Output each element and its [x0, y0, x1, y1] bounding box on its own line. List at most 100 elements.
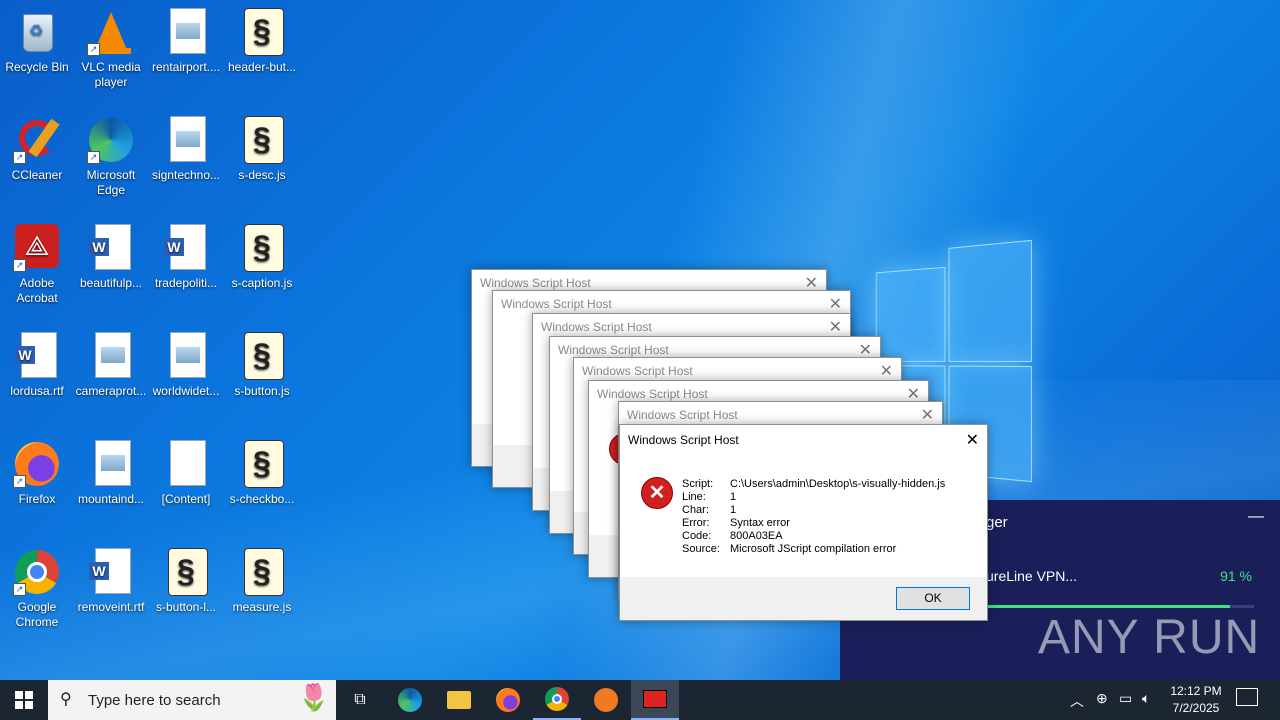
blank-file-icon — [162, 440, 210, 488]
script-path: C:\Users\admin\Desktop\s-visually-hidden… — [730, 478, 946, 490]
firefox-icon — [496, 688, 520, 712]
desktop-icon-microsoft-edge[interactable]: ↗ Microsoft Edge — [74, 110, 148, 198]
ccleaner-icon: ↗ — [13, 116, 61, 164]
desktop-icon-rentairport[interactable]: rentairport.... — [149, 2, 223, 75]
task-view-icon: ⧉ — [354, 691, 366, 708]
taskbar-app-orange[interactable] — [582, 680, 630, 720]
network-icon[interactable]: ▭ — [1119, 690, 1132, 707]
desktop-icon-google-chrome[interactable]: ↗ Google Chrome — [0, 542, 74, 630]
line-value: 1 — [730, 491, 737, 503]
task-view-button[interactable]: ⧉ — [336, 680, 384, 720]
meet-now-icon[interactable]: ⊕ — [1096, 690, 1108, 707]
taskbar-firefox[interactable] — [484, 680, 532, 720]
desktop-icon-s-button-l[interactable]: § s-button-l... — [149, 542, 223, 615]
close-icon[interactable]: ✕ — [829, 294, 842, 314]
chrome-icon: ↗ — [13, 548, 61, 596]
close-icon[interactable]: ✕ — [921, 405, 934, 425]
error-icon: ✕ — [641, 477, 673, 509]
error-value: Syntax error — [730, 517, 790, 529]
dialog-title: Windows Script Host — [627, 408, 738, 422]
dialog-title: Windows Script Host — [541, 320, 652, 334]
taskbar-chrome[interactable] — [533, 680, 581, 720]
vlc-cone-icon: ↗ — [87, 8, 135, 56]
volume-icon[interactable]: 🔈︎ — [1142, 690, 1150, 707]
desktop-icon-adobe-acrobat[interactable]: ⟁ ↗ Adobe Acrobat — [0, 218, 74, 306]
desktop-icon-s-button[interactable]: § s-button.js — [225, 326, 299, 399]
script-file-icon: § — [238, 116, 286, 164]
notifications-icon[interactable] — [1236, 688, 1258, 706]
word-document-icon: W — [87, 224, 135, 272]
source-value: Microsoft JScript compilation error — [730, 543, 897, 555]
wsh-error-dialog[interactable]: Windows Script Host ✕ ✕ Script: C:\Users\… — [619, 424, 988, 621]
image-file-icon — [162, 332, 210, 380]
start-button[interactable] — [0, 680, 48, 720]
clock-date: 7/2/2025 — [1172, 701, 1220, 715]
script-file-icon: § — [238, 440, 286, 488]
edge-icon — [398, 688, 422, 712]
anyrun-watermark: ANY RUN — [1038, 611, 1261, 664]
search-placeholder: Type here to search — [88, 692, 221, 709]
vpn-progress-track — [986, 605, 1254, 608]
chevron-up-icon[interactable]: ︿ — [1070, 691, 1084, 711]
desktop-icon-ccleaner[interactable]: ↗ CCleaner — [0, 110, 74, 183]
desktop-icon-measure[interactable]: § measure.js — [225, 542, 299, 615]
chrome-icon — [545, 687, 569, 711]
vpn-progress-fill — [986, 605, 1230, 608]
desktop-icon-lordusa[interactable]: W lordusa.rtf — [0, 326, 74, 399]
search-highlight-flowers-icon: 🌷 — [297, 682, 330, 712]
ok-button[interactable]: OK — [896, 587, 970, 610]
taskbar-script-host[interactable] — [631, 680, 679, 720]
recycle-bin-icon: ♻ — [13, 8, 61, 56]
minimize-button[interactable]: — — [1248, 508, 1264, 526]
desktop-icon-firefox[interactable]: ↗ Firefox — [0, 434, 74, 507]
dialog-title: Windows Script Host — [558, 343, 669, 357]
desktop-icon-s-checkbo[interactable]: § s-checkbo... — [225, 434, 299, 507]
desktop-icon-tradepoliti[interactable]: W tradepoliti... — [149, 218, 223, 291]
taskbar-file-explorer[interactable] — [435, 680, 483, 720]
dialog-title: Windows Script Host — [628, 433, 739, 447]
script-file-icon: § — [162, 548, 210, 596]
close-button[interactable]: ✕ — [966, 430, 979, 450]
close-icon[interactable]: ✕ — [880, 361, 893, 381]
script-file-icon: § — [238, 332, 286, 380]
close-icon[interactable]: ✕ — [829, 317, 842, 337]
desktop-icon-beautifulp[interactable]: W beautifulp... — [74, 218, 148, 291]
search-icon: ⚲ — [60, 691, 72, 708]
char-value: 1 — [730, 504, 737, 516]
desktop-icon-content[interactable]: [Content] — [149, 434, 223, 507]
image-file-icon — [162, 116, 210, 164]
desktop-icon-removeint[interactable]: W removeint.rtf — [74, 542, 148, 615]
vpn-item-name: ureLine VPN... — [986, 568, 1078, 584]
desktop-icon-s-desc[interactable]: § s-desc.js — [225, 110, 299, 183]
dialog-title: Windows Script Host — [480, 276, 591, 290]
error-details: Script: C:\Users\admin\Desktop\s-visually… — [682, 478, 946, 555]
taskbar: ⚲ Type here to search 🌷 ⧉ ︿ ⊕ ▭ 🔈︎ 12:12… — [0, 680, 1280, 720]
word-document-icon: W — [13, 332, 61, 380]
word-document-icon: W — [162, 224, 210, 272]
desktop-icon-cameraprot[interactable]: cameraprot... — [74, 326, 148, 399]
firefox-icon: ↗ — [13, 440, 61, 488]
image-file-icon — [162, 8, 210, 56]
script-host-icon — [643, 690, 667, 708]
edge-icon: ↗ — [87, 116, 135, 164]
taskbar-search-box[interactable]: ⚲ Type here to search 🌷 — [48, 680, 336, 720]
script-file-icon: § — [238, 548, 286, 596]
folder-icon — [447, 691, 471, 709]
image-file-icon — [87, 440, 135, 488]
adobe-acrobat-icon: ⟁ ↗ — [13, 224, 61, 272]
desktop-icon-mountaind[interactable]: mountaind... — [74, 434, 148, 507]
dialog-title: Windows Script Host — [597, 387, 708, 401]
desktop-icon-recycle-bin[interactable]: ♻ Recycle Bin — [0, 2, 74, 75]
taskbar-edge[interactable] — [386, 680, 434, 720]
desktop-icon-header-but[interactable]: § header-but... — [225, 2, 299, 75]
desktop-icon-vlc[interactable]: ↗ VLC media player — [74, 2, 148, 90]
desktop-icon-signtechno[interactable]: signtechno... — [149, 110, 223, 183]
windows-start-icon — [15, 691, 33, 709]
word-document-icon: W — [87, 548, 135, 596]
clock[interactable]: 12:12 PM 7/2/2025 — [1166, 683, 1226, 717]
dialog-title: Windows Script Host — [501, 297, 612, 311]
code-value: 800A03EA — [730, 530, 783, 542]
desktop-icon-s-caption[interactable]: § s-caption.js — [225, 218, 299, 291]
desktop-icon-worldwidet[interactable]: worldwidet... — [149, 326, 223, 399]
vpn-panel-title: ger — [986, 514, 1008, 531]
